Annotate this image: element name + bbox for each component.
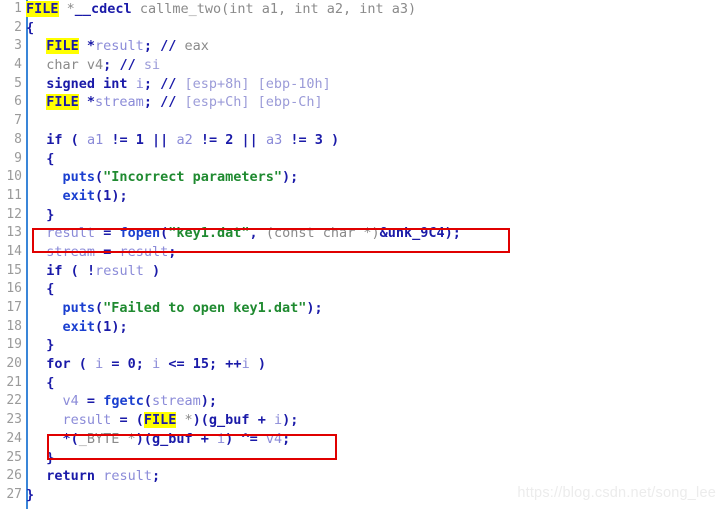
code-line[interactable]: 2{ (0, 19, 724, 38)
line-number: 6 (14, 94, 22, 110)
line-number: 12 (6, 206, 22, 222)
code-line[interactable]: 6 FILE *stream; // [esp+Ch] [ebp-Ch] (0, 93, 724, 112)
code-line[interactable]: 23 result = (FILE *)(g_buf + i); (0, 411, 724, 430)
code-line[interactable]: 20 for ( i = 0; i <= 15; ++i ) (0, 355, 724, 374)
code-line[interactable]: 24 *(_BYTE *)(g_buf + i) ^= v4; (0, 430, 724, 449)
code-line[interactable]: 15 if ( !result ) (0, 262, 724, 281)
code-line[interactable]: 11 exit(1); (0, 187, 724, 206)
line-number: 14 (6, 243, 22, 259)
code-line[interactable]: 19 } (0, 336, 724, 355)
code-editor-area[interactable]: 1 FILE *__cdecl callme_two(int a1, int a2… (0, 0, 724, 509)
line-number: 21 (6, 374, 22, 390)
code-line[interactable]: 13 result = fopen("key1.dat", (const cha… (0, 224, 724, 243)
line-number: 4 (14, 57, 22, 73)
code-line[interactable]: 14 stream = result; (0, 243, 724, 262)
global-g-buf: g_buf (151, 430, 193, 447)
line-number: 27 (6, 486, 22, 502)
line-number: 10 (6, 169, 22, 185)
code-line[interactable]: 1 FILE *__cdecl callme_two(int a1, int a2… (0, 0, 724, 19)
call-puts: puts (62, 169, 96, 186)
code-line[interactable]: 5 signed int i; // [esp+8h] [ebp-10h] (0, 75, 724, 94)
code-line[interactable]: 26 return result; (0, 467, 724, 486)
token-file-highlight: FILE (46, 38, 79, 55)
global-unk-9C4: unk_9C4 (387, 225, 445, 242)
code-line[interactable]: 18 exit(1); (0, 318, 724, 337)
line-number: 3 (14, 38, 22, 54)
call-puts: puts (62, 300, 96, 316)
line-number: 25 (6, 449, 22, 465)
line-number: 8 (14, 131, 22, 147)
line-number: 22 (6, 393, 22, 409)
call-exit: exit (62, 187, 96, 204)
line-number: 19 (6, 337, 22, 353)
line-number: 5 (14, 75, 22, 91)
code-line[interactable]: 21 { (0, 374, 724, 393)
line-number: 18 (6, 318, 22, 334)
code-line[interactable]: 9 { (0, 150, 724, 169)
global-g-buf: g_buf (208, 412, 250, 429)
line-number: 2 (14, 19, 22, 35)
watermark-text: https://blog.csdn.net/song_lee (517, 485, 716, 501)
code-line[interactable]: 12 } (0, 206, 724, 225)
line-number: 23 (6, 412, 22, 428)
token-file-highlight: FILE (143, 412, 177, 429)
call-fopen: fopen (119, 225, 161, 242)
code-line[interactable]: 8 if ( a1 != 1 || a2 != 2 || a3 != 3 ) (0, 131, 724, 150)
call-fgetc: fgetc (103, 393, 144, 410)
code-line[interactable]: 22 v4 = fgetc(stream); (0, 392, 724, 411)
line-number: 17 (6, 300, 22, 315)
code-line[interactable]: 17 puts("Failed to open key1.dat"); (0, 299, 724, 318)
token-file-highlight: FILE (46, 94, 79, 111)
line-number: 11 (6, 187, 22, 203)
code-line[interactable]: 25 } (0, 449, 724, 468)
code-line[interactable]: 7 (0, 112, 724, 131)
line-number: 26 (6, 468, 22, 484)
line-number: 16 (6, 281, 22, 297)
line-number: 1 (14, 1, 22, 16)
code-line[interactable]: 3 FILE *result; // eax (0, 37, 724, 56)
line-number: 9 (14, 150, 22, 166)
decompiler-pseudocode-window: 1 FILE *__cdecl callme_two(int a1, int a2… (0, 0, 724, 509)
code-line[interactable]: 16 { (0, 280, 724, 299)
line-number: 13 (6, 225, 22, 241)
code-line[interactable]: 4 char v4; // si (0, 56, 724, 75)
token-file-highlight: FILE (26, 1, 59, 17)
call-exit: exit (62, 318, 96, 335)
line-number: 7 (14, 113, 22, 129)
line-number: 24 (6, 430, 22, 446)
code-line[interactable]: 10 puts("Incorrect parameters"); (0, 168, 724, 187)
line-source: FILE *__cdecl callme_two(int a1, int a2,… (26, 1, 417, 17)
line-number: 20 (6, 356, 22, 372)
line-number: 15 (6, 262, 22, 278)
